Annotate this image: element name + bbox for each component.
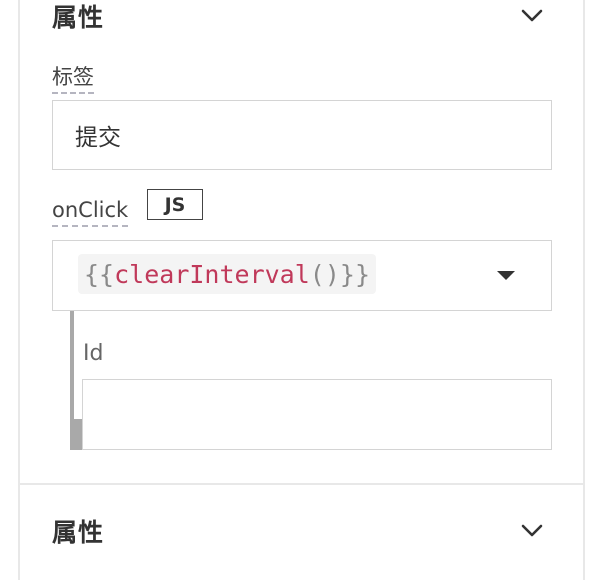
- section-title: 属性: [52, 3, 105, 32]
- panel-right-border: [583, 0, 585, 580]
- js-toggle-button[interactable]: JS: [147, 189, 203, 220]
- label-input-value: 提交: [75, 125, 121, 151]
- nested-indent-bar-foot: [70, 419, 82, 450]
- panel-left-border: [18, 0, 20, 580]
- label-input[interactable]: 提交: [52, 100, 552, 170]
- code-close-braces: }}: [339, 259, 370, 289]
- chevron-down-icon[interactable]: [520, 519, 544, 543]
- properties-panel: 属性 标签 提交 onClick JS {{clearInterval()}} …: [0, 0, 594, 580]
- label-field-label: 标签: [52, 64, 94, 94]
- code-function-name: clearInterval: [114, 259, 310, 289]
- code-open-braces: {{: [84, 259, 115, 289]
- caret-down-icon[interactable]: [497, 271, 515, 280]
- code-parens: (): [309, 259, 340, 289]
- section-title: 属性: [52, 518, 105, 547]
- chevron-down-icon[interactable]: [520, 4, 544, 28]
- code-expression: {{clearInterval()}}: [78, 254, 376, 294]
- id-input[interactable]: [82, 379, 552, 450]
- section-header-properties[interactable]: 属性: [52, 0, 552, 36]
- section-header-properties-2[interactable]: 属性: [52, 511, 552, 551]
- nested-indent-bar: [70, 311, 74, 419]
- section-divider: [20, 483, 584, 485]
- id-field-label: Id: [83, 341, 104, 366]
- onclick-field-label: onClick: [52, 197, 129, 227]
